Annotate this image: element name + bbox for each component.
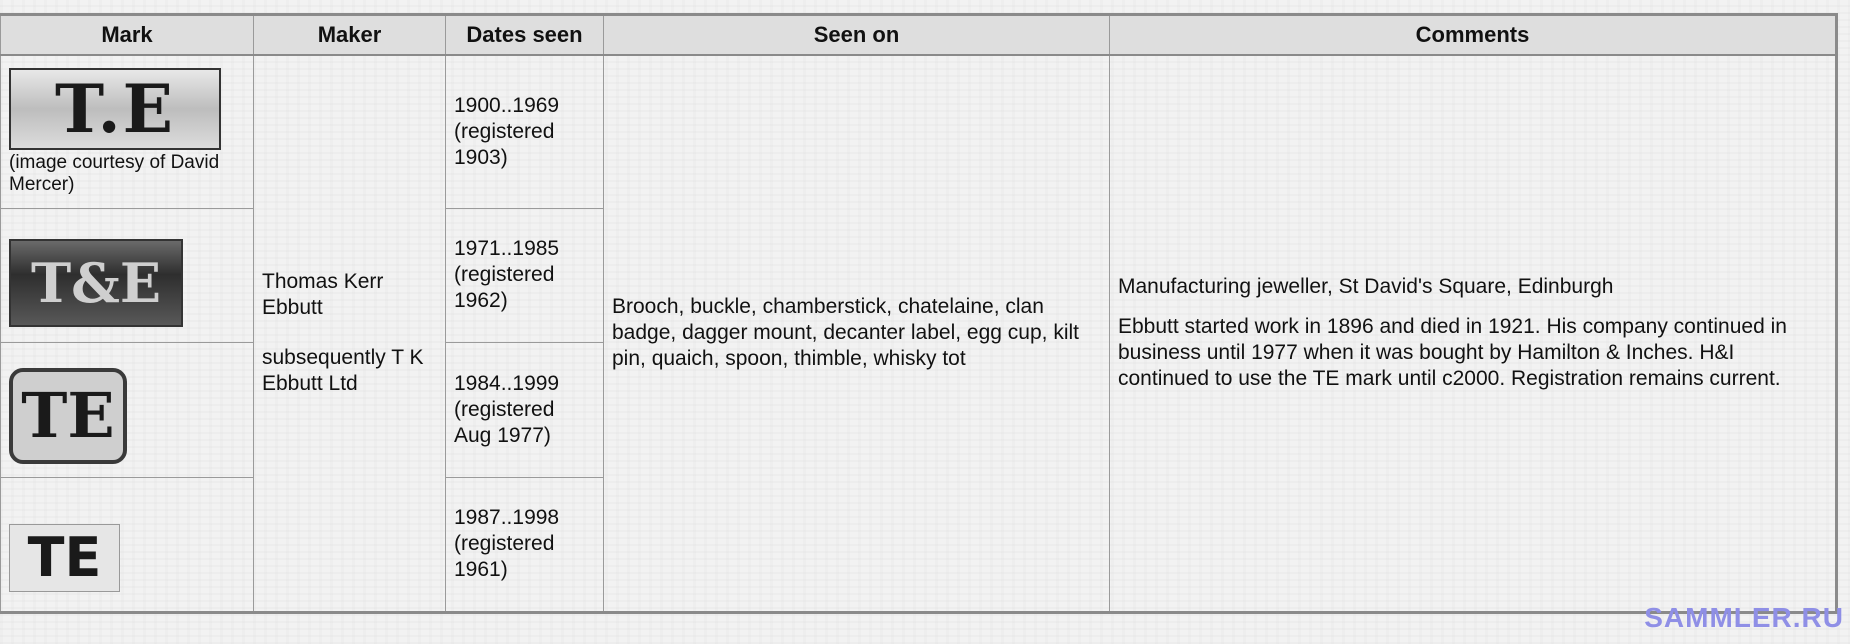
hallmarks-table: Mark Maker Dates seen Seen on Comments T… (0, 13, 1838, 614)
dates-cell: 1984..1999 (registered Aug 1977) (445, 341, 604, 478)
comment-history: Ebbutt started work in 1896 and died in … (1118, 315, 1787, 391)
header-comments: Comments (1109, 14, 1837, 56)
table-row: T.E (image courtesy of David Mercer) Tho… (0, 54, 1837, 613)
dates-cell: 1987..1998 (registered 1961) (445, 476, 604, 613)
maker-name: Thomas Kerr Ebbutt (262, 270, 384, 320)
dates-cell: 1971..1985 (registered 1962) (445, 207, 604, 343)
header-dates-seen: Dates seen (445, 14, 604, 56)
mark-cell: TE (0, 476, 254, 613)
mark-image-t-and-e: T&E (9, 239, 183, 327)
table-header-row: Mark Maker Dates seen Seen on Comments (0, 14, 1837, 56)
mark-cell: TE (0, 341, 254, 478)
header-maker: Maker (253, 14, 446, 56)
mark-cell: T.E (image courtesy of David Mercer) (0, 54, 254, 209)
header-seen-on: Seen on (603, 14, 1110, 56)
mark-image-te-plain: TE (9, 524, 120, 592)
site-watermark: SAMMLER.RU (1644, 602, 1844, 633)
header-mark: Mark (0, 14, 254, 56)
comment-location: Manufacturing jeweller, St David's Squar… (1118, 275, 1614, 299)
mark-image-te-octagon: TE (9, 367, 127, 464)
comments-cell: Manufacturing jeweller, St David's Squar… (1109, 54, 1837, 613)
mark-cell: T&E (0, 207, 254, 343)
mark-image-te-dot: T.E (9, 67, 221, 150)
maker-cell: Thomas Kerr Ebbutt subsequently T K Ebbu… (253, 54, 446, 613)
seen-on-cell: Brooch, buckle, chamberstick, chatelaine… (603, 54, 1110, 613)
maker-subsequent: subsequently T K Ebbutt Ltd (262, 346, 424, 396)
mark-caption: (image courtesy of David Mercer) (9, 151, 220, 195)
dates-cell: 1900..1969 (registered 1903) (445, 54, 604, 209)
